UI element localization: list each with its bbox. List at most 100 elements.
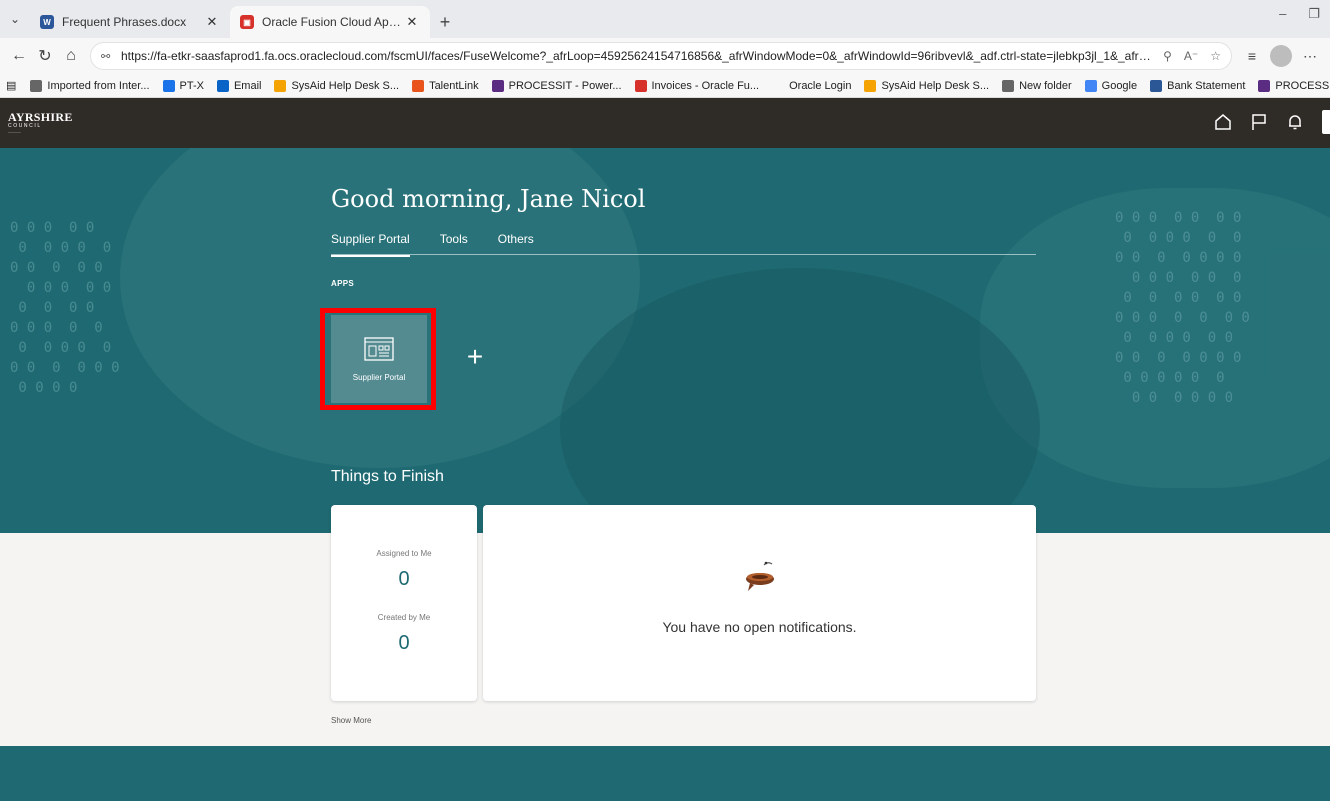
tile-label: Supplier Portal [352, 372, 406, 382]
browser-tab-word[interactable]: W Frequent Phrases.docx ✕ [30, 6, 230, 38]
bookmark-item[interactable]: Oracle Login [772, 79, 852, 92]
bookmark-label: PROCESSIT - Power... [1275, 79, 1330, 92]
browser-tab-oracle[interactable]: ▣ Oracle Fusion Cloud Applications ✕ [230, 6, 430, 38]
bookmark-item[interactable]: Imported from Inter... [30, 79, 150, 92]
blank-icon [772, 79, 785, 92]
add-app-button[interactable]: + [462, 343, 488, 371]
sysaid-icon [274, 79, 287, 92]
tab-list-chevron-icon[interactable]: ⌄ [0, 4, 30, 34]
folder-icon [1002, 79, 1015, 92]
zoom-icon[interactable]: ⚲ [1163, 49, 1172, 63]
bookmark-label: Invoices - Oracle Fu... [651, 79, 760, 92]
created-label: Created by Me [377, 613, 431, 622]
apps-section-label: APPS [331, 279, 354, 288]
sysaid-icon [864, 79, 877, 92]
bookmark-label: Bank Statement [1167, 79, 1246, 92]
assigned-count[interactable]: 0 [331, 568, 477, 591]
bookmark-item[interactable]: Google [1084, 79, 1138, 92]
bookmark-label: SysAid Help Desk S... [291, 79, 400, 92]
bookmark-item[interactable]: New folder [1002, 79, 1072, 92]
bookmark-item[interactable]: SysAid Help Desk S... [864, 79, 990, 92]
back-icon[interactable]: ← [6, 43, 32, 69]
tab-others[interactable]: Others [498, 231, 534, 255]
bookmark-item[interactable]: PROCESSIT - Power... [1258, 79, 1330, 92]
bookmark-label: SysAid Help Desk S... [881, 79, 990, 92]
bookmark-label: PROCESSIT - Power... [508, 79, 622, 92]
powerapps-icon [491, 79, 504, 92]
bookmark-list: Imported from Inter... PT-X Email SysAid He… [30, 79, 1330, 92]
bookmark-label: New folder [1019, 79, 1072, 92]
bookmark-item[interactable]: Email [216, 79, 261, 92]
window-controls: – ❐ [1279, 6, 1320, 22]
notifications-card: You have no open notifications. [483, 505, 1036, 701]
read-aloud-icon[interactable]: A⁻ [1184, 49, 1198, 63]
folder-icon [30, 79, 43, 92]
sidebar-toggle-icon[interactable]: ▤ [6, 79, 16, 92]
bookmark-item[interactable]: SysAid Help Desk S... [274, 79, 400, 92]
tab-tools[interactable]: Tools [440, 231, 468, 255]
supplier-portal-tile[interactable]: Supplier Portal [331, 315, 427, 403]
logo-main-text: AYRSHIRE [8, 110, 73, 124]
logo-sub-text: COUNCIL [8, 123, 42, 129]
home-icon[interactable] [1214, 113, 1232, 131]
background-pattern: 0 0 0 0 0 0 0 0 0 0 0 0 0 0 0 0 0 0 0 0 … [10, 220, 120, 396]
home-browser-icon[interactable]: ⌂ [58, 43, 84, 69]
greeting-heading: Good morning, Jane Nicol [331, 185, 646, 213]
talentlink-icon [412, 79, 425, 92]
bookmark-item[interactable]: TalentLink [412, 79, 479, 92]
welcome-hero: 0 0 0 0 0 0 0 0 0 0 0 0 0 0 0 0 0 0 0 0 … [0, 148, 1330, 533]
ptx-icon [162, 79, 175, 92]
logo-tagline: ────── [8, 130, 21, 134]
bookmark-item[interactable]: Bank Statement [1150, 79, 1246, 92]
google-icon [1084, 79, 1097, 92]
restore-icon[interactable]: ❐ [1308, 6, 1320, 22]
lock-icon: ⚯ [101, 50, 111, 63]
empty-nest-icon [746, 561, 774, 591]
bookmark-item[interactable]: PT-X [162, 79, 204, 92]
things-to-finish-heading: Things to Finish [331, 468, 444, 485]
assigned-label: Assigned to Me [376, 549, 432, 558]
profile-avatar[interactable] [1270, 45, 1292, 67]
background-pattern: 0 0 0 0 0 0 0 0 0 0 0 0 0 0 0 0 0 0 0 0 … [1115, 210, 1250, 406]
tab-title: Oracle Fusion Cloud Applications [262, 15, 404, 29]
supplier-portal-icon [364, 336, 394, 361]
bank-icon [1150, 79, 1163, 92]
task-counts-card[interactable]: Assigned to Me 0 Created by Me 0 [331, 505, 477, 701]
more-menu-icon[interactable]: ⋯ [1296, 43, 1324, 69]
bookmark-item[interactable]: Invoices - Oracle Fu... [634, 79, 760, 92]
close-tab-icon[interactable]: ✕ [204, 14, 220, 30]
close-tab-icon[interactable]: ✕ [404, 14, 420, 30]
bookmarks-bar: ▤ Imported from Inter... PT-X Email SysAid … [0, 74, 1330, 98]
bookmark-item[interactable]: PROCESSIT - Power... [491, 79, 622, 92]
refresh-icon[interactable]: ↻ [32, 43, 58, 69]
browser-tabstrip: ⌄ W Frequent Phrases.docx ✕ ▣ Oracle Fus… [0, 0, 1330, 38]
bookmark-label: Oracle Login [789, 79, 852, 92]
bookmark-label: PT-X [179, 79, 204, 92]
favorites-icon[interactable]: ≡ [1238, 43, 1266, 69]
word-icon: W [40, 15, 54, 29]
oracle-icon: ▣ [240, 15, 254, 29]
bell-icon[interactable] [1286, 113, 1304, 131]
tab-supplier-portal[interactable]: Supplier Portal [331, 231, 410, 257]
ayrshire-council-logo[interactable]: AYRSHIRE COUNCIL ────── [8, 108, 73, 138]
flag-icon[interactable] [1250, 113, 1268, 131]
app-header: AYRSHIRE COUNCIL ────── [0, 98, 1330, 148]
new-tab-button[interactable]: + [430, 6, 460, 38]
favorite-star-icon[interactable]: ☆ [1210, 49, 1221, 63]
empty-notifications-message: You have no open notifications. [662, 619, 857, 635]
bookmark-label: TalentLink [429, 79, 479, 92]
footer-band [0, 746, 1330, 801]
tab-title: Frequent Phrases.docx [62, 15, 187, 29]
powerapps-icon [1258, 79, 1271, 92]
springboard-tabs: Supplier Portal Tools Others [331, 231, 1036, 257]
show-more-link[interactable]: Show More [331, 716, 371, 725]
header-icons [1214, 110, 1330, 134]
user-menu-edge[interactable] [1322, 110, 1330, 134]
created-count[interactable]: 0 [331, 632, 477, 655]
bookmark-label: Google [1101, 79, 1138, 92]
minimize-icon[interactable]: – [1279, 6, 1286, 22]
outlook-icon [216, 79, 229, 92]
url-field[interactable]: ⚯ https://fa-etkr-saasfaprod1.fa.ocs.ora… [90, 42, 1232, 70]
bookmark-label: Imported from Inter... [47, 79, 150, 92]
url-text: https://fa-etkr-saasfaprod1.fa.ocs.oracl… [121, 49, 1155, 63]
